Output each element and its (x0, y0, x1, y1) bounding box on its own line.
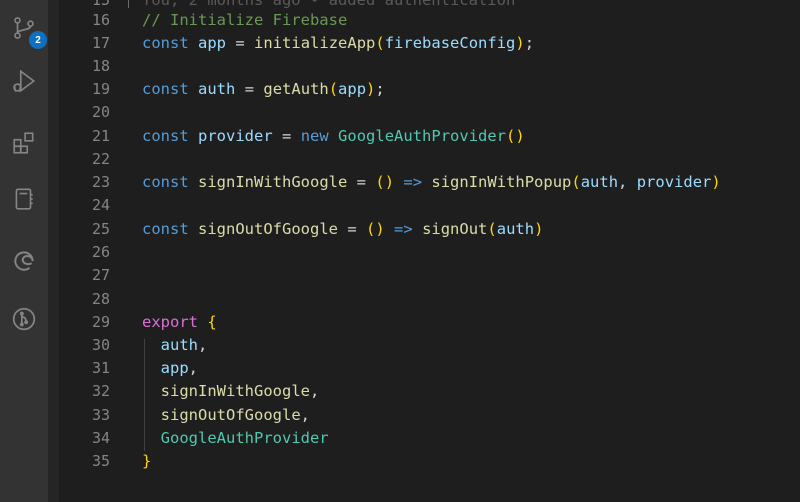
line-number: 23 (91, 172, 110, 191)
code-line-34: 34 GoogleAuthProvider (59, 426, 800, 449)
code-text: const provider = new GoogleAuthProvider(… (142, 126, 525, 145)
code-line-33: 33 signOutOfGoogle, (59, 403, 800, 426)
code-line-29: 29 export { (59, 310, 800, 333)
code-text: signOutOfGoogle, (160, 405, 310, 424)
line-number: 35 (91, 451, 110, 470)
code-line-16: 16 // Initialize Firebase (59, 8, 800, 31)
line-number: 27 (91, 265, 110, 284)
line-number: 16 (91, 10, 110, 29)
line-number: 20 (91, 102, 110, 121)
code-line-31: 31 app, (59, 356, 800, 379)
line-number: 24 (91, 195, 110, 214)
code-line-18: 18 (59, 54, 800, 77)
code-line-21: 21 const provider = new GoogleAuthProvid… (59, 124, 800, 147)
code-line-22: 22 (59, 147, 800, 170)
code-text: auth, (160, 335, 208, 354)
code-text: const signOutOfGoogle = () => signOut(au… (142, 219, 544, 238)
line-number: 29 (91, 312, 110, 331)
code-line-27: 27 (59, 263, 800, 286)
code-text: signInWithGoogle, (160, 381, 320, 400)
line-number: 31 (91, 358, 110, 377)
extensions-icon[interactable] (0, 119, 48, 167)
code-text: const app = initializeApp(firebaseConfig… (142, 33, 535, 52)
line-number: 32 (91, 381, 110, 400)
source-control-badge: 2 (29, 31, 47, 49)
code-line-23: 23 const signInWithGoogle = () => signIn… (59, 170, 800, 193)
line-number: 30 (91, 335, 110, 354)
code-line-17: 17 const app = initializeApp(firebaseCon… (59, 31, 800, 54)
line-number: 22 (91, 149, 110, 168)
code-text: } (142, 451, 152, 470)
code-text: const signInWithGoogle = () => signInWit… (142, 172, 721, 191)
line-number: 21 (91, 126, 110, 145)
line-number: 25 (91, 219, 110, 238)
git-graph-icon[interactable] (0, 295, 48, 343)
run-debug-icon[interactable] (0, 57, 48, 105)
code-text: const auth = getAuth(app); (142, 79, 385, 98)
line-number: 19 (91, 79, 110, 98)
code-line-30: 30 auth, (59, 333, 800, 356)
line-number: 33 (91, 405, 110, 424)
code-text: GoogleAuthProvider (160, 428, 329, 447)
source-control-icon[interactable]: 2 (0, 4, 48, 52)
line-number: 26 (91, 242, 110, 261)
line-number: 34 (91, 428, 110, 447)
code-line-19: 19 const auth = getAuth(app); (59, 77, 800, 100)
line-number: 17 (91, 33, 110, 52)
code-line-32: 32 signInWithGoogle, (59, 379, 800, 402)
code-line-20: 20 (59, 100, 800, 123)
edge-devtools-icon[interactable] (0, 237, 48, 285)
code-text: export { (142, 312, 217, 331)
code-line-35: 35 } (59, 449, 800, 472)
code-editor[interactable]: 15 You, 2 months ago • added authenticat… (59, 0, 800, 502)
notebook-icon[interactable] (0, 175, 48, 223)
code-line-26: 26 (59, 240, 800, 263)
activity-bar: 2 (0, 0, 48, 502)
code-line-24: 24 (59, 193, 800, 216)
line-number: 28 (91, 289, 110, 308)
code-text: // Initialize Firebase (142, 10, 348, 29)
sidebar-edge (48, 0, 59, 502)
line-number: 18 (91, 56, 110, 75)
code-line-25: 25 const signOutOfGoogle = () => signOut… (59, 217, 800, 240)
code-line-28: 28 (59, 287, 800, 310)
code-text: app, (160, 358, 199, 377)
